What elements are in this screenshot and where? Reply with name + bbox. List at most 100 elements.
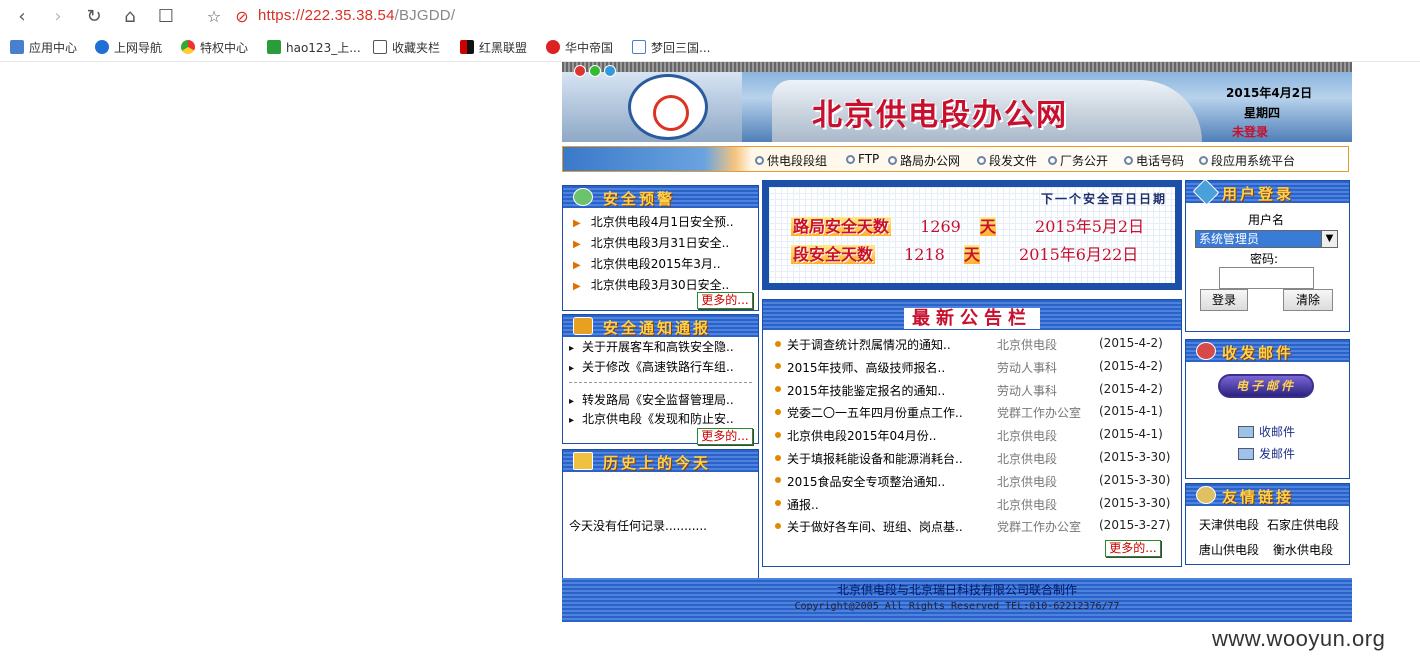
mail-panel: 收发邮件 电子邮件 收邮件 发邮件 — [1185, 339, 1350, 479]
bullet-icon — [775, 340, 781, 347]
list-item[interactable]: ▶ 北京供电段3月31日安全.. — [573, 234, 729, 251]
bookmark-label: 应用中心 — [29, 40, 78, 55]
more-button[interactable]: 更多的... — [697, 428, 753, 445]
bookmark-huazhong[interactable]: 华中帝国 — [546, 39, 613, 55]
notice-row[interactable]: 2015食品安全专项整治通知.. 北京供电段 (2015-3-30) — [775, 473, 1175, 493]
bookmark-three-kingdoms[interactable]: 梦回三国... — [632, 39, 710, 55]
back-icon[interactable]: ‹ — [10, 4, 34, 28]
more-button[interactable]: 更多的... — [1105, 540, 1161, 557]
friend-link-tianjin[interactable]: 天津供电段 — [1199, 516, 1259, 533]
notice-row[interactable]: 关于填报耗能设备和能源消耗台.. 北京供电段 (2015-3-30) — [775, 450, 1175, 470]
divider — [569, 382, 752, 383]
security-warning-icon[interactable]: ⊘ — [230, 4, 254, 28]
notice-header: 最新公告栏 — [763, 300, 1181, 330]
list-item[interactable]: ▸ 北京供电段《发现和防止安.. — [569, 410, 734, 427]
nav-phone-numbers[interactable]: 电话号码 — [1124, 152, 1184, 169]
list-item[interactable]: ▶ 北京供电段3月30日安全.. — [573, 276, 729, 293]
nav-section-documents[interactable]: 段发文件 — [977, 152, 1037, 169]
list-item[interactable]: ▶ 北京供电段2015年3月.. — [573, 255, 721, 272]
reload-icon[interactable]: ↻ — [82, 4, 106, 28]
notice-title-link[interactable]: 关于填报耗能设备和能源消耗台.. — [787, 450, 963, 467]
green-dot-icon — [589, 65, 601, 77]
bookmark-web-nav[interactable]: 上网导航 — [95, 39, 162, 55]
safety-row-label: 路局安全天数 — [791, 217, 892, 236]
home-icon[interactable]: ⌂ — [118, 4, 142, 28]
notice-row[interactable]: 北京供电段2015年04月份.. 北京供电段 (2015-4-1) — [775, 427, 1175, 447]
address-bar[interactable]: https://222.35.38.54/BJGDD/ — [258, 7, 455, 24]
history-icon — [573, 452, 593, 470]
list-item[interactable]: ▸ 关于开展客车和高铁安全隐.. — [569, 338, 734, 355]
hao123-icon — [267, 40, 281, 54]
nav-app-platform[interactable]: 段应用系统平台 — [1199, 152, 1295, 169]
bullet-icon — [775, 522, 781, 529]
login-button[interactable]: 登录 — [1200, 289, 1248, 311]
notice-title: 最新公告栏 — [763, 304, 1181, 330]
notice-row[interactable]: 关于调查统计烈属情况的通知.. 北京供电段 (2015-4-2) — [775, 336, 1175, 356]
safety-days-count: 1269 — [920, 217, 961, 236]
forward-icon[interactable]: › — [46, 4, 70, 28]
bookmark-redblack[interactable]: 红黑联盟 — [460, 39, 527, 55]
bookmark-hao123[interactable]: hao123_上... — [267, 39, 361, 55]
nav-ftp[interactable]: FTP — [846, 152, 879, 166]
notice-date: (2015-4-2) — [1099, 381, 1163, 396]
more-button[interactable]: 更多的... — [697, 292, 753, 309]
bookmark-app-center[interactable]: 应用中心 — [10, 39, 77, 55]
friend-links-panel: 友情链接 天津供电段 石家庄供电段 唐山供电段 衡水供电段 — [1185, 483, 1350, 565]
password-input[interactable] — [1219, 267, 1314, 289]
notice-title-link[interactable]: 党委二〇一五年四月份重点工作.. — [787, 404, 963, 421]
site-title: 北京供电段办公网 — [812, 98, 1068, 133]
ie-icon — [95, 40, 109, 54]
username-value: 系统管理员 — [1199, 232, 1260, 246]
bookmark-favorites-folder[interactable]: 收藏夹栏 — [373, 39, 440, 55]
privilege-center-icon — [181, 40, 195, 54]
star-icon[interactable]: ☆ — [202, 4, 226, 28]
notice-row[interactable]: 党委二〇一五年四月份重点工作.. 党群工作办公室 (2015-4-1) — [775, 404, 1175, 424]
panel-header: 用户登录 — [1186, 178, 1349, 206]
username-select[interactable]: 系统管理员 ▼ — [1195, 230, 1338, 248]
reader-icon[interactable]: ☐ — [154, 4, 178, 28]
notice-row[interactable]: 2015年技师、高级技师报名.. 劳动人事科 (2015-4-2) — [775, 359, 1175, 379]
notice-dept: 党群工作办公室 — [997, 520, 1082, 535]
bookmark-label: hao123_上... — [286, 40, 361, 55]
clear-button[interactable]: 清除 — [1283, 289, 1333, 311]
panel-header: 友情链接 — [1186, 484, 1349, 506]
nav-bullet-icon — [1199, 156, 1208, 165]
notice-title-link[interactable]: 2015食品安全专项整治通知.. — [787, 473, 945, 490]
notice-title-link[interactable]: 北京供电段2015年04月份.. — [787, 427, 936, 444]
list-item[interactable]: ▸ 转发路局《安全监督管理局.. — [569, 391, 734, 408]
inbox-icon — [1238, 425, 1254, 438]
notice-row[interactable]: 关于做好各车间、班组、岗点基.. 党群工作办公室 (2015-3-27) — [775, 518, 1175, 538]
friend-link-tangshan[interactable]: 唐山供电段 — [1199, 541, 1259, 558]
nav-bureau-office[interactable]: 路局办公网 — [888, 152, 960, 169]
username-label: 用户名 — [1248, 213, 1285, 227]
notice-title-link[interactable]: 通报.. — [787, 496, 819, 513]
arrow-icon: ▶ — [573, 239, 581, 250]
email-button[interactable]: 电子邮件 — [1218, 374, 1314, 398]
receive-mail-link[interactable]: 收邮件 — [1238, 423, 1295, 440]
notice-title-link[interactable]: 关于调查统计烈属情况的通知.. — [787, 336, 951, 353]
nav-label: 电话号码 — [1136, 154, 1185, 168]
send-mail-link[interactable]: 发邮件 — [1238, 445, 1295, 462]
list-item[interactable]: ▸ 关于修改《高速铁路行车组.. — [569, 358, 734, 375]
bookmarks-bar: 应用中心 上网导航 特权中心 hao123_上... 收藏夹栏 红黑联盟 华中帝… — [0, 32, 1420, 62]
notice-title-link[interactable]: 2015年技师、高级技师报名.. — [787, 359, 945, 376]
nav-section-group[interactable]: 供电段段组 — [755, 152, 827, 169]
nav-label: 段发文件 — [989, 154, 1038, 168]
panel-title: 用户登录 — [1222, 185, 1295, 203]
notice-row[interactable]: 2015年技能鉴定报名的通知.. 劳动人事科 (2015-4-2) — [775, 382, 1175, 402]
notice-dept: 北京供电段 — [997, 452, 1058, 466]
footer-credit: 北京供电段与北京瑞日科技有限公司联合制作 — [836, 583, 1077, 597]
list-item-text: 关于修改《高速铁路行车组.. — [582, 360, 734, 374]
notice-title-link[interactable]: 关于做好各车间、班组、岗点基.. — [787, 518, 963, 535]
bookmark-privilege-center[interactable]: 特权中心 — [181, 39, 248, 55]
blue-dot-icon — [604, 65, 616, 77]
notice-row[interactable]: 通报.. 北京供电段 (2015-3-30) — [775, 496, 1175, 516]
panel-header: 安全通知通报 — [563, 315, 758, 337]
notice-title-link[interactable]: 2015年技能鉴定报名的通知.. — [787, 382, 945, 399]
list-item[interactable]: ▶ 北京供电段4月1日安全预.. — [573, 213, 734, 230]
friend-link-shijiazhuang[interactable]: 石家庄供电段 — [1267, 516, 1339, 533]
nav-factory-public[interactable]: 厂务公开 — [1048, 152, 1108, 169]
nav-label: 路局办公网 — [900, 154, 961, 168]
friend-link-hengshui[interactable]: 衡水供电段 — [1273, 541, 1333, 558]
page-icon — [632, 40, 646, 54]
